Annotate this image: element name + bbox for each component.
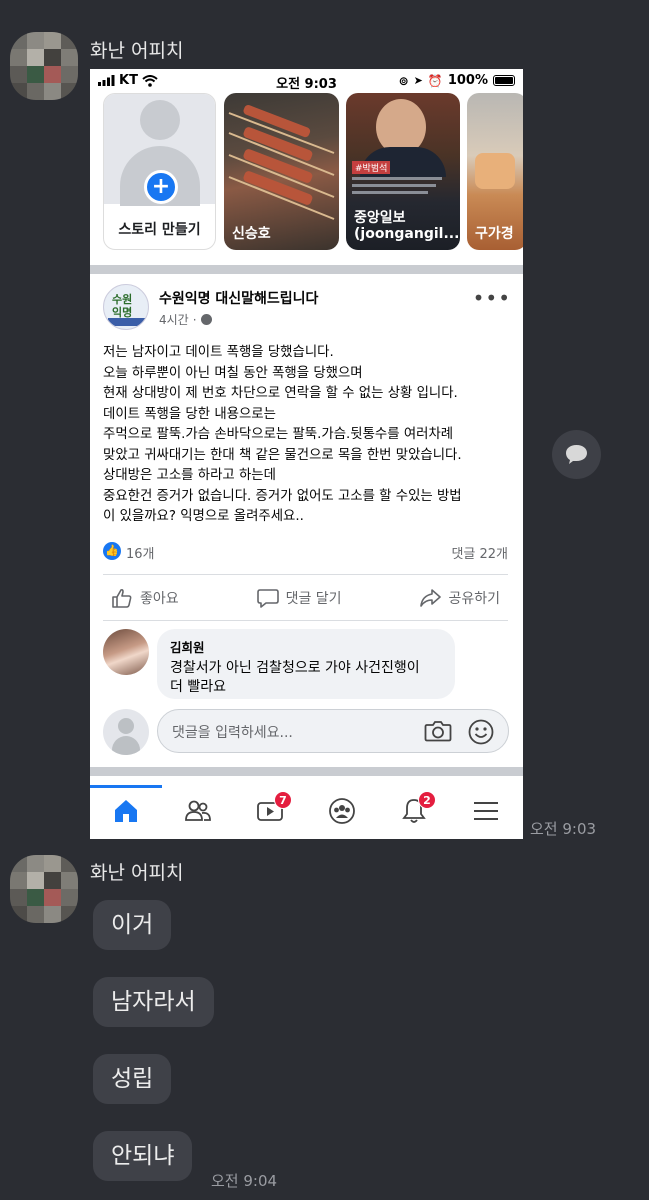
message-bubble[interactable]: 성립: [93, 1054, 172, 1104]
post-header: 수원 익명 수원익명 대신말해드립니다 4시간 · •••: [103, 282, 513, 334]
post-line: 데이트 폭행을 당한 내용으로는: [103, 406, 276, 422]
commenter-avatar[interactable]: [103, 629, 149, 675]
plus-icon[interactable]: +: [144, 170, 178, 204]
message-bubble[interactable]: 남자라서: [93, 977, 214, 1027]
comment-count[interactable]: 댓글 22개: [451, 543, 508, 562]
post-text: 저는 남자이고 데이트 폭행을 당했습니다. 오늘 하루뿐이 아닌 며칠 동안 …: [103, 343, 518, 528]
page-avatar[interactable]: 수원 익명: [103, 284, 149, 330]
globe-icon: [200, 314, 212, 325]
message-time: 오전 9:04: [211, 1172, 278, 1190]
video-badge: 7: [274, 791, 292, 809]
post-line: 저는 남자이고 데이트 폭행을 당했습니다.: [103, 345, 334, 360]
lock-rotation-icon: ⊚: [398, 73, 409, 88]
like-button[interactable]: 좋아요: [103, 583, 187, 613]
battery-percent: 100%: [447, 73, 488, 88]
post-line: 현재 상대방이 제 번호 차단으로 연락을 할 수 없는 상황 입니다.: [103, 386, 458, 401]
thumbs-up-icon: [112, 588, 132, 608]
sender-name: 화난 어피치: [90, 862, 184, 884]
tab-notifications[interactable]: 2: [378, 785, 450, 839]
post-line: 맞았고 귀싸대기는 한대 책 같은 물건으로 목을 한번 맞았습니다.: [103, 447, 462, 463]
story-card[interactable]: #박범석 중앙일보 (joongangil...: [346, 93, 460, 250]
like-reaction-icon: 👍: [103, 542, 121, 560]
tab-home[interactable]: [90, 785, 162, 839]
tab-friends[interactable]: [162, 785, 234, 839]
more-options-icon[interactable]: •••: [473, 286, 511, 310]
feed-divider: [90, 767, 523, 776]
status-bar: KT 오전 9:03 ⊚ ➤ ⏰ 100%: [90, 69, 523, 93]
comment-bubble[interactable]: 김희원 경찰서가 아닌 검찰청으로 가야 사건진행이 더 빨라요: [157, 629, 455, 699]
groups-icon: [329, 798, 355, 824]
story-card[interactable]: 신승호: [224, 93, 339, 250]
feed-divider: [90, 265, 523, 274]
friends-icon: [185, 800, 211, 821]
tab-groups[interactable]: [306, 785, 378, 839]
commenter-name[interactable]: 김희원: [170, 637, 442, 656]
post-time: 4시간: [159, 313, 189, 327]
story-name: 중앙일보 (joongangil...: [354, 209, 460, 242]
share-image-button[interactable]: [552, 430, 601, 479]
create-story-label: 스토리 만들기: [118, 222, 201, 238]
share-arrow-icon: [420, 589, 442, 607]
shared-screenshot[interactable]: KT 오전 9:03 ⊚ ➤ ⏰ 100% + 스토리 만들기 신승호 #박범석…: [90, 69, 523, 839]
like-count: 16개: [126, 547, 155, 562]
post-actions: 좋아요 댓글 달기 공유하기: [103, 583, 508, 613]
speech-bubble-icon: [566, 445, 587, 464]
home-icon: [115, 800, 137, 822]
camera-icon[interactable]: [424, 719, 452, 743]
battery-icon: [493, 75, 515, 86]
sender-avatar[interactable]: [10, 855, 78, 923]
comment-icon: [256, 589, 279, 608]
emoji-icon[interactable]: [468, 719, 494, 745]
divider: [103, 574, 508, 575]
message-bubble[interactable]: 이거: [93, 900, 172, 950]
story-card[interactable]: 구가경: [467, 93, 523, 250]
comment-text: 경찰서가 아닌 검찰청으로 가야 사건진행이 더 빨라요: [170, 660, 420, 695]
post-line: 오늘 하루뿐이 아닌 며칠 동안 폭행을 당했으며: [103, 365, 363, 381]
news-caption-tag: #박범석: [352, 161, 391, 174]
create-story-card[interactable]: + 스토리 만들기: [103, 93, 216, 250]
location-icon: ➤: [413, 74, 423, 87]
alarm-icon: ⏰: [427, 73, 443, 88]
sender-avatar[interactable]: [10, 32, 78, 100]
divider: [103, 620, 508, 621]
post-meta: 4시간 ·: [159, 311, 212, 328]
tab-menu[interactable]: [450, 785, 522, 839]
post-line: 상대방은 고소를 하라고 하는데: [103, 468, 276, 483]
reactions-summary[interactable]: 👍 16개 댓글 22개: [103, 541, 508, 562]
comment-button[interactable]: 댓글 달기: [249, 583, 350, 613]
message-time: 오전 9:03: [530, 820, 597, 838]
my-avatar: [103, 709, 149, 755]
page-name[interactable]: 수원익명 대신말해드립니다: [159, 288, 318, 308]
sender-name: 화난 어피치: [90, 40, 184, 62]
stories-tray: + 스토리 만들기 신승호 #박범석 중앙일보 (joongangil... 구…: [90, 93, 523, 265]
post-line: 주먹으로 팔뚝.가슴 손바닥으로는 팔뚝.가슴.뒷통수를 여러차례: [103, 427, 454, 442]
post-line: 이 있을까요? 익명으로 올려주세요..: [103, 509, 304, 524]
comment-composer: 댓글을 입력하세요...: [103, 707, 513, 757]
post-line: 중요한건 증거가 없습니다. 증거가 없어도 고소를 할 수있는 방법: [103, 488, 462, 504]
tab-watch[interactable]: 7: [234, 785, 306, 839]
bottom-tab-bar: 7 2: [90, 785, 523, 839]
notification-badge: 2: [418, 791, 436, 809]
story-name: 신승호: [232, 225, 271, 242]
message-bubble[interactable]: 안되냐: [93, 1131, 193, 1181]
comment-input[interactable]: 댓글을 입력하세요...: [157, 709, 509, 753]
story-name: 구가경: [475, 225, 514, 242]
share-button[interactable]: 공유하기: [411, 583, 508, 613]
hamburger-menu-icon: [474, 802, 498, 820]
profile-silhouette-icon: [140, 100, 180, 140]
